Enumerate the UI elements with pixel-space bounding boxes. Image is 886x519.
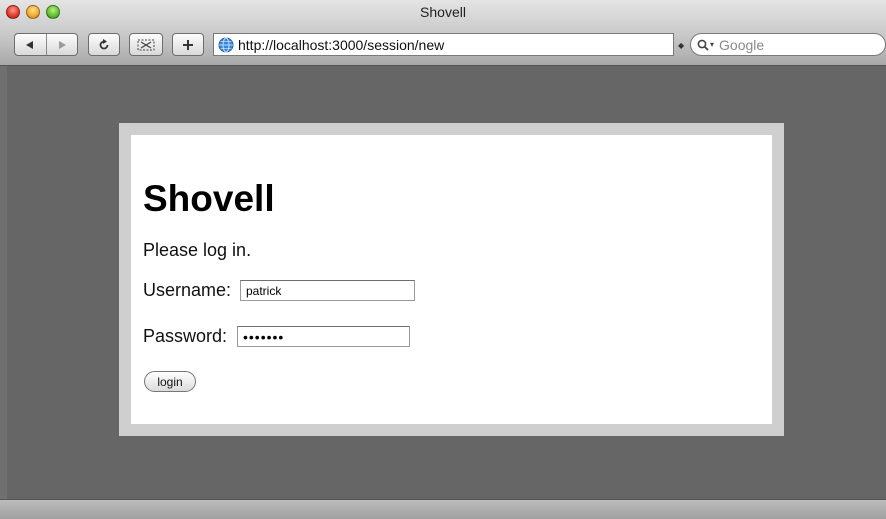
login-prompt: Please log in. <box>143 240 252 260</box>
search-icon <box>697 39 709 51</box>
back-arrow-icon <box>26 40 34 49</box>
search-field[interactable]: ▾ Google <box>690 33 886 56</box>
status-bar <box>0 499 886 519</box>
reload-icon <box>99 38 109 49</box>
globe-icon <box>218 37 234 52</box>
add-bookmark-icon <box>183 39 193 50</box>
password-field[interactable] <box>237 326 410 347</box>
search-placeholder: Google <box>719 36 765 53</box>
add-bookmark-button[interactable] <box>172 33 204 56</box>
password-label: Password: <box>143 326 228 346</box>
snippet-button[interactable] <box>129 33 163 56</box>
address-dropdown-icon[interactable]: ◆ <box>678 41 684 50</box>
window-title: Shovell <box>420 4 466 20</box>
page-title: Shovell <box>143 178 275 219</box>
browser-window: Shovell http://localhost:3000/session/ne… <box>0 0 886 519</box>
forward-button[interactable] <box>45 34 78 55</box>
title-toolbar: Shovell http://localhost:3000/session/ne… <box>0 0 886 66</box>
snippet-icon <box>137 39 155 50</box>
back-forward-group <box>14 33 78 56</box>
username-field[interactable] <box>240 280 415 301</box>
username-label: Username: <box>143 280 232 300</box>
address-bar[interactable]: http://localhost:3000/session/new <box>213 33 674 56</box>
back-button[interactable] <box>15 34 46 55</box>
window-left-edge <box>0 66 7 499</box>
login-button[interactable]: login <box>144 371 196 392</box>
search-engine-dropdown-icon[interactable]: ▾ <box>710 40 714 49</box>
reload-button[interactable] <box>88 33 120 56</box>
address-url: http://localhost:3000/session/new <box>238 36 445 53</box>
page-frame: Shovell Please log in. Username: Passwor… <box>119 123 784 436</box>
login-card: Shovell Please log in. Username: Passwor… <box>131 135 772 424</box>
forward-arrow-icon <box>58 40 66 49</box>
